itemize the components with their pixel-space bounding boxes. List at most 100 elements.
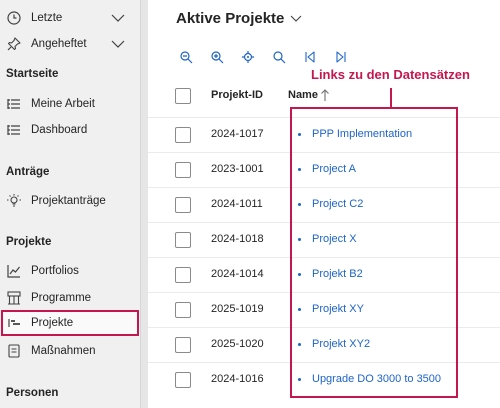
column-header-name[interactable]: Name: [288, 89, 318, 101]
sidebar-item-label: Dashboard: [31, 124, 88, 136]
column-header-project-id[interactable]: Projekt-ID: [211, 89, 263, 101]
section-heading-people: Personen: [6, 387, 59, 399]
sidebar-item-my-work[interactable]: Meine Arbeit: [0, 91, 140, 117]
go-to-start-button[interactable]: [301, 48, 319, 66]
view-title: Aktive Projekte: [176, 9, 285, 27]
sidebar-item-label: Angeheftet: [31, 38, 87, 50]
project-id-cell: 2024-1014: [211, 268, 264, 280]
row-checkbox[interactable]: [175, 267, 191, 283]
sidebar: Letzte Angeheftet Startseite Meine Arbei…: [0, 0, 140, 408]
sidebar-divider[interactable]: [140, 0, 148, 408]
record-link-label: Projekt XY2: [312, 338, 371, 350]
go-to-end-button[interactable]: [332, 48, 350, 66]
row-checkbox[interactable]: [175, 302, 191, 318]
row-checkbox[interactable]: [175, 372, 191, 388]
lightbulb-icon: [7, 194, 21, 207]
bullet-icon: [298, 308, 301, 311]
record-link-label: Upgrade DO 3000 to 3500: [312, 373, 442, 385]
record-link[interactable]: Projekt B2: [298, 268, 363, 280]
chevron-down-icon[interactable]: [111, 12, 125, 24]
list-icon: [7, 99, 20, 109]
bullet-icon: [298, 203, 301, 206]
bullet-icon: [298, 343, 301, 346]
row-checkbox[interactable]: [175, 127, 191, 143]
table-row[interactable]: 2024-1017 PPP Implementation: [148, 117, 500, 152]
sidebar-item-label: Portfolios: [31, 265, 79, 277]
record-link[interactable]: Project C2: [298, 198, 363, 210]
row-checkbox[interactable]: [175, 162, 191, 178]
table-row[interactable]: 2023-1001 Project A: [148, 152, 500, 187]
record-link[interactable]: Project A: [298, 163, 356, 175]
record-link[interactable]: Upgrade DO 3000 to 3500: [298, 373, 441, 385]
sidebar-item-projects[interactable]: Projekte: [1, 310, 139, 336]
annotation-connector: [390, 88, 392, 107]
bullet-icon: [298, 168, 301, 171]
chart-line-icon: [7, 265, 20, 278]
sidebar-item-portfolios[interactable]: Portfolios: [0, 258, 140, 284]
bullet-icon: [298, 378, 301, 381]
sidebar-item-label: Projekte: [31, 317, 74, 329]
sidebar-item-programs[interactable]: Programme: [0, 285, 140, 311]
sidebar-item-label: Letzte: [31, 12, 63, 24]
fit-to-screen-icon: [242, 51, 254, 63]
project-id-cell: 2024-1017: [211, 128, 264, 140]
zoom-in-button[interactable]: [208, 48, 226, 66]
sidebar-item-pinned[interactable]: Angeheftet: [0, 31, 140, 57]
table-row[interactable]: 2025-1019 Projekt XY: [148, 292, 500, 327]
gantt-icon: [8, 319, 20, 327]
section-heading-home: Startseite: [6, 68, 59, 80]
annotation-label: Links zu den Datensätzen: [311, 67, 470, 82]
record-link-label: Project X: [312, 233, 357, 245]
project-id-cell: 2025-1019: [211, 303, 264, 315]
go-to-end-icon: [336, 51, 346, 63]
sidebar-item-dashboard[interactable]: Dashboard: [0, 117, 140, 143]
record-link-label: PPP Implementation: [312, 128, 413, 140]
record-link[interactable]: Projekt XY2: [298, 338, 370, 350]
zoom-out-icon: [180, 51, 193, 64]
table-row[interactable]: 2025-1020 Projekt XY2: [148, 327, 500, 362]
sidebar-item-label: Projektanträge: [31, 195, 106, 207]
table-header: Projekt-ID Name: [148, 84, 500, 108]
project-id-cell: 2025-1020: [211, 338, 264, 350]
table-row[interactable]: 2024-1018 Project X: [148, 222, 500, 257]
table-row[interactable]: 2024-1016 Upgrade DO 3000 to 3500: [148, 362, 500, 397]
project-id-cell: 2024-1011: [211, 198, 263, 210]
sidebar-item-project-requests[interactable]: Projektanträge: [0, 188, 140, 214]
record-link-label: Projekt B2: [312, 268, 363, 280]
record-link[interactable]: Project X: [298, 233, 357, 245]
record-link[interactable]: PPP Implementation: [298, 128, 412, 140]
list-icon: [7, 125, 20, 135]
search-button[interactable]: [270, 48, 288, 66]
sidebar-item-label: Programme: [31, 292, 92, 304]
zoom-out-button[interactable]: [177, 48, 195, 66]
fit-to-screen-button[interactable]: [239, 48, 257, 66]
table-row[interactable]: 2024-1011 Project C2: [148, 187, 500, 222]
record-link-label: Projekt XY: [312, 303, 364, 315]
chevron-down-icon[interactable]: [111, 38, 125, 50]
project-id-cell: 2024-1018: [211, 233, 264, 245]
zoom-in-icon: [211, 51, 224, 64]
sidebar-item-recent[interactable]: Letzte: [0, 5, 140, 31]
view-selector[interactable]: Aktive Projekte: [176, 6, 302, 30]
clock-icon: [7, 11, 21, 25]
pin-icon: [7, 37, 21, 51]
table-row[interactable]: 2024-1014 Projekt B2: [148, 257, 500, 292]
record-link-label: Project C2: [312, 198, 364, 210]
row-checkbox[interactable]: [175, 337, 191, 353]
bullet-icon: [298, 273, 301, 276]
section-heading-projects: Projekte: [6, 236, 52, 248]
sidebar-item-label: Maßnahmen: [31, 345, 96, 357]
project-id-cell: 2024-1016: [211, 373, 264, 385]
record-link-label: Project A: [312, 163, 357, 175]
row-checkbox[interactable]: [175, 197, 191, 213]
bullet-icon: [298, 238, 301, 241]
program-icon: [7, 291, 21, 305]
select-all-checkbox[interactable]: [175, 88, 191, 104]
sidebar-item-measures[interactable]: Maßnahmen: [0, 338, 140, 364]
chevron-down-icon: [291, 15, 302, 22]
record-link[interactable]: Projekt XY: [298, 303, 364, 315]
project-id-cell: 2023-1001: [211, 163, 264, 175]
bullet-icon: [298, 133, 301, 136]
sort-ascending-icon[interactable]: [320, 88, 330, 102]
row-checkbox[interactable]: [175, 232, 191, 248]
